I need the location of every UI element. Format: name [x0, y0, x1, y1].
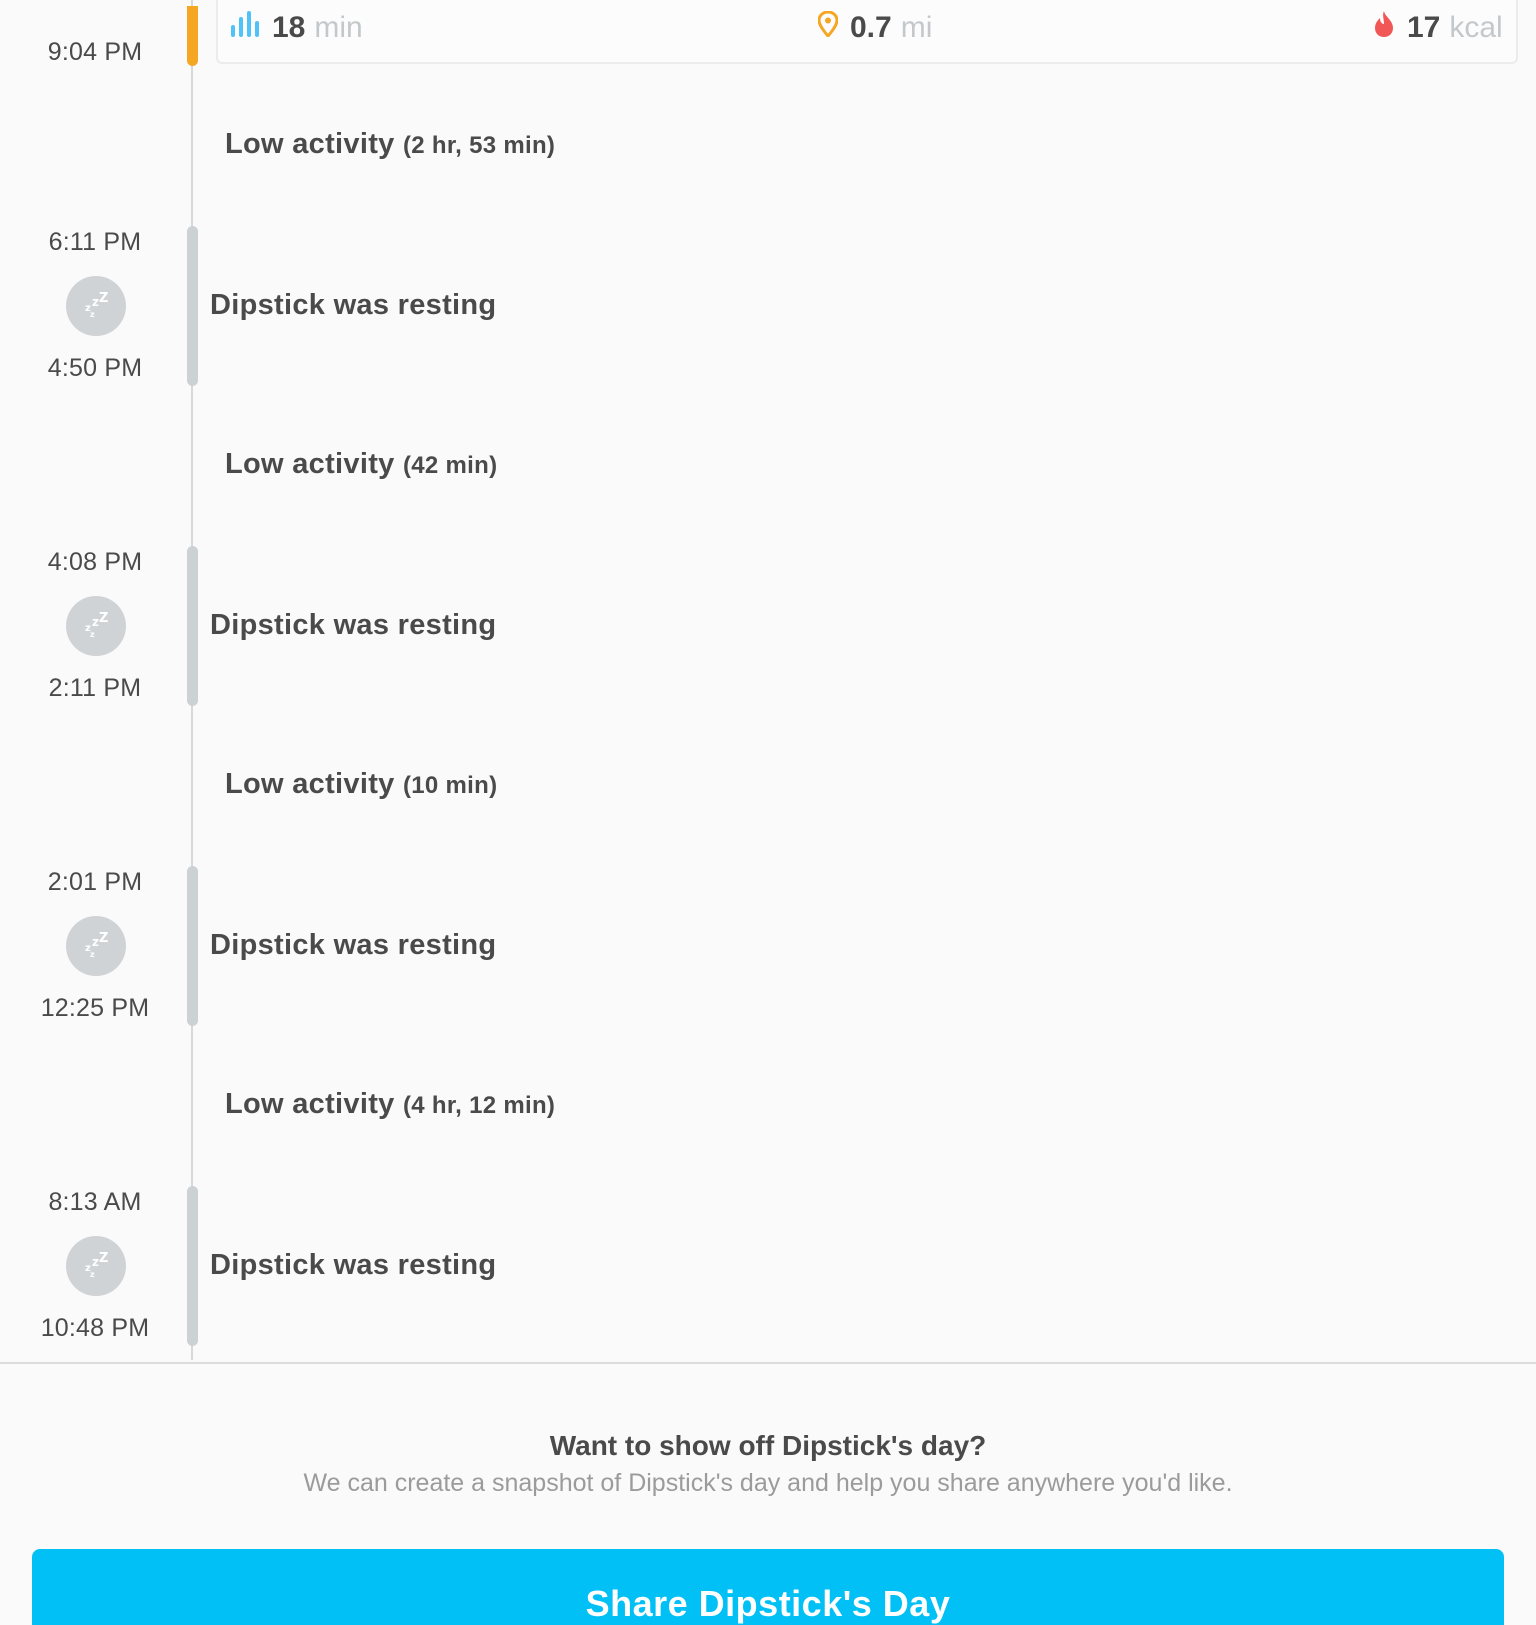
svg-text:z: z: [92, 615, 99, 629]
active-minutes-unit: min: [314, 11, 363, 44]
rest-start-time: 4:08 PM: [47, 548, 143, 576]
rest-start-time: 8:13 AM: [48, 1188, 142, 1216]
rest-end-time: 10:48 PM: [40, 1314, 150, 1342]
low-activity-title: Low activity: [225, 1088, 395, 1120]
svg-text:z: z: [92, 1255, 99, 1269]
activity-stats-card: 18 min 0.7 mi 17 kcal: [216, 0, 1518, 64]
svg-text:z: z: [90, 310, 95, 319]
low-activity-duration: (4 hr, 12 min): [402, 1092, 556, 1119]
share-prompt-subtitle: We can create a snapshot of Dipstick's d…: [303, 1469, 1233, 1497]
low-activity-title: Low activity: [225, 448, 395, 480]
low-activity-label: Low activity (10 min): [225, 768, 497, 801]
low-activity-duration: (10 min): [402, 772, 498, 799]
flame-icon: [1373, 10, 1395, 46]
sleep-icon: z z Z z: [66, 276, 126, 336]
rest-period-bar: [187, 226, 198, 386]
svg-text:Z: Z: [99, 611, 108, 626]
svg-text:z: z: [90, 630, 95, 639]
activity-timeline-page: 18 min 0.7 mi 17 kcal 9:04 PM Low activi…: [0, 0, 1536, 1625]
rest-period-bar: [187, 866, 198, 1026]
rest-start-time: 2:01 PM: [47, 868, 143, 896]
bar-chart-icon: [230, 11, 260, 45]
svg-text:Z: Z: [99, 931, 108, 946]
sleep-icon: z z Z z: [66, 1236, 126, 1296]
share-day-button[interactable]: Share Dipstick's Day: [32, 1549, 1504, 1625]
calories-unit: kcal: [1449, 11, 1503, 44]
svg-text:z: z: [92, 935, 99, 949]
distance-value: 0.7: [850, 11, 892, 44]
rest-end-time: 2:11 PM: [48, 674, 142, 702]
location-pin-icon: [817, 10, 839, 45]
distance-stat: 0.7 mi: [817, 8, 933, 48]
resting-label: Dipstick was resting: [210, 929, 497, 961]
section-divider: [0, 1362, 1536, 1364]
active-minutes-value: 18: [272, 11, 306, 44]
active-end-time: 9:04 PM: [47, 38, 143, 66]
svg-text:Z: Z: [99, 291, 108, 306]
low-activity-duration: (2 hr, 53 min): [402, 132, 556, 159]
rest-period-bar: [187, 546, 198, 706]
calories-value: 17: [1407, 11, 1441, 44]
resting-label: Dipstick was resting: [210, 609, 497, 641]
sleep-icon: z z Z z: [66, 916, 126, 976]
rest-end-time: 4:50 PM: [47, 354, 143, 382]
resting-label: Dipstick was resting: [210, 1249, 497, 1281]
low-activity-label: Low activity (2 hr, 53 min): [225, 128, 555, 161]
svg-text:z: z: [90, 950, 95, 959]
calories-stat: 17 kcal: [1373, 8, 1503, 48]
low-activity-label: Low activity (42 min): [225, 448, 497, 481]
rest-start-time: 6:11 PM: [48, 228, 142, 256]
distance-unit: mi: [900, 11, 933, 44]
resting-label: Dipstick was resting: [210, 289, 497, 321]
low-activity-title: Low activity: [225, 128, 395, 160]
low-activity-label: Low activity (4 hr, 12 min): [225, 1088, 555, 1121]
rest-period-bar: [187, 1186, 198, 1346]
active-minutes-stat: 18 min: [230, 8, 363, 48]
sleep-icon: z z Z z: [66, 596, 126, 656]
svg-text:Z: Z: [99, 1251, 108, 1266]
rest-end-time: 12:25 PM: [40, 994, 150, 1022]
low-activity-title: Low activity: [225, 768, 395, 800]
share-prompt-title: Want to show off Dipstick's day?: [549, 1430, 987, 1461]
svg-text:z: z: [90, 1270, 95, 1279]
low-activity-duration: (42 min): [402, 452, 498, 479]
svg-text:z: z: [92, 295, 99, 309]
